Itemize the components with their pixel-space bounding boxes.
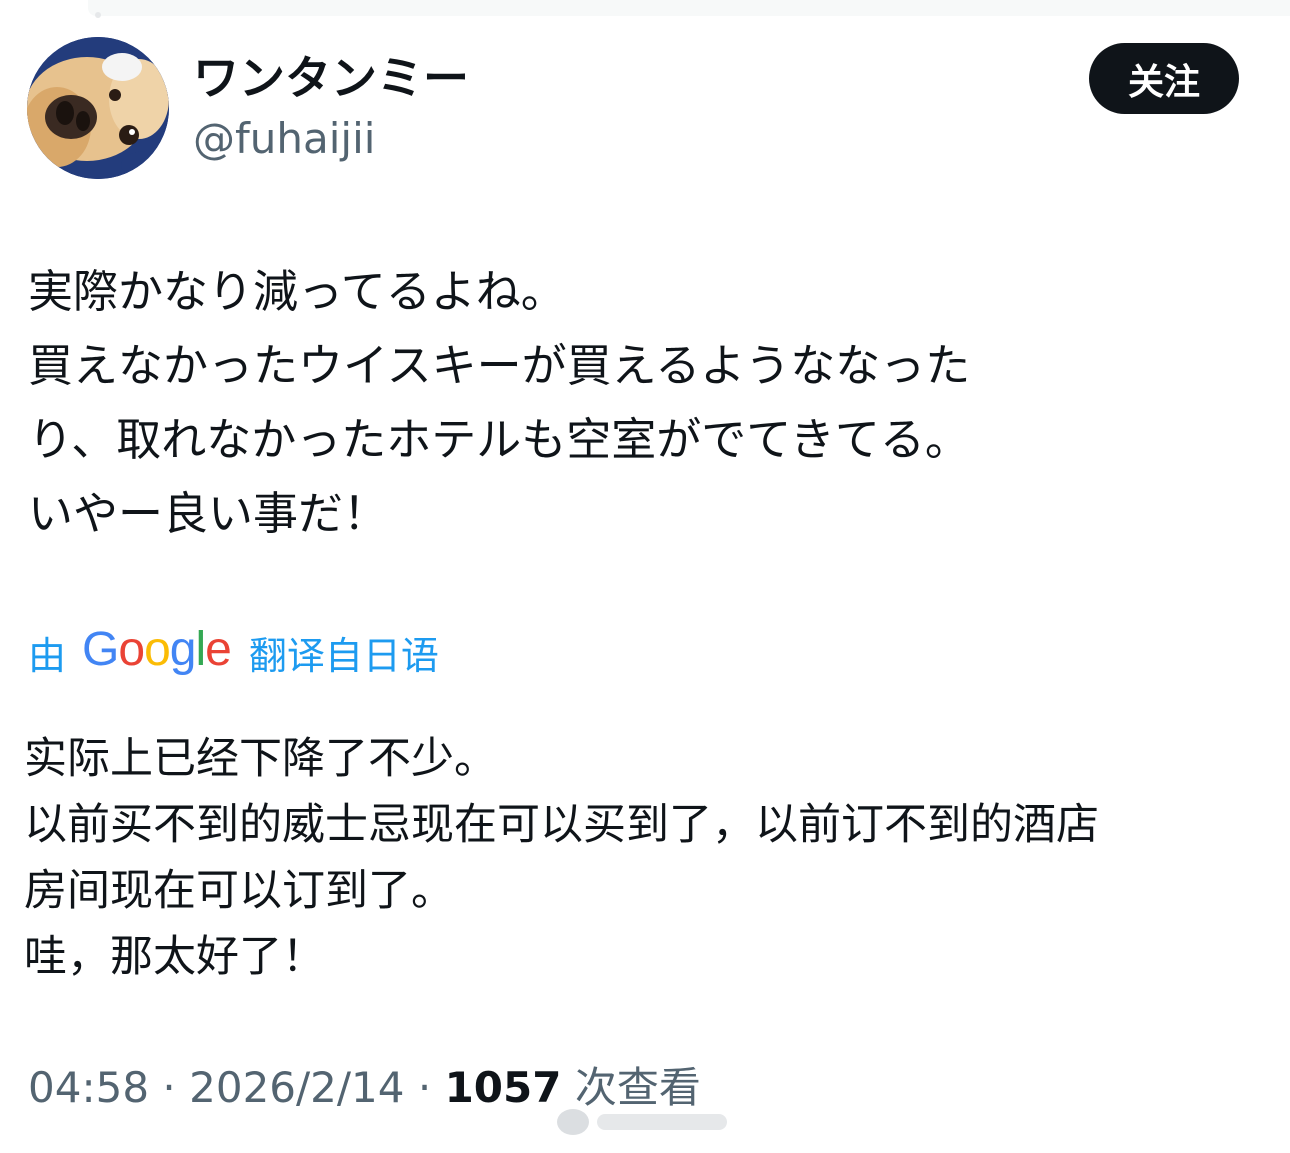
views-count[interactable]: 1057 xyxy=(445,1063,562,1112)
tweet-text: 実際かなり減ってるよね。 買えなかったウイスキーが買えるようななった り、取れな… xyxy=(28,255,1268,551)
author-display-name[interactable]: ワンタンミー xyxy=(193,50,469,106)
tweet-text-line: 買えなかったウイスキーが買えるようななった xyxy=(28,339,971,392)
avatar[interactable] xyxy=(27,37,169,179)
translated-text-line: 房间现在可以订到了。 xyxy=(24,866,454,916)
tweet-time[interactable]: 04:58 xyxy=(28,1063,149,1112)
translation-source-label[interactable]: 翻译自日语 xyxy=(249,625,439,680)
meta-separator: · xyxy=(417,1063,432,1112)
tweet-detail-page: ワンタンミー @fuhaijii 关注 実際かなり減ってるよね。 買えなかったウ… xyxy=(0,0,1290,1153)
google-logo: Google xyxy=(82,622,232,676)
previous-content-edge xyxy=(88,0,1290,16)
decorative-dot xyxy=(95,12,101,18)
follow-button[interactable]: 关注 xyxy=(1089,43,1239,114)
translated-text: 实际上已经下降了不少。 以前买不到的威士忌现在可以买到了，以前订不到的酒店 房间… xyxy=(24,726,1274,990)
translation-attribution[interactable]: 由 Google 翻译自日语 xyxy=(28,622,439,682)
dog-avatar-icon xyxy=(27,37,169,179)
translated-by-label: 由 xyxy=(28,633,67,678)
translated-text-line: 实际上已经下降了不少。 xyxy=(24,734,497,784)
tweet-text-line: いやー良い事だ！ xyxy=(28,487,389,540)
tweet-date[interactable]: 2026/2/14 xyxy=(189,1063,404,1112)
tweet-text-line: 実際かなり減ってるよね。 xyxy=(28,265,566,318)
author-handle[interactable]: @fuhaijii xyxy=(193,113,375,165)
meta-separator: · xyxy=(162,1063,176,1112)
translated-text-line: 哇，那太好了！ xyxy=(24,932,325,982)
watermark-logo xyxy=(557,1109,727,1135)
translated-text-line: 以前买不到的威士忌现在可以买到了，以前订不到的酒店 xyxy=(24,800,1099,850)
tweet-text-line: り、取れなかったホテルも空室がでてきてる。 xyxy=(28,413,970,466)
